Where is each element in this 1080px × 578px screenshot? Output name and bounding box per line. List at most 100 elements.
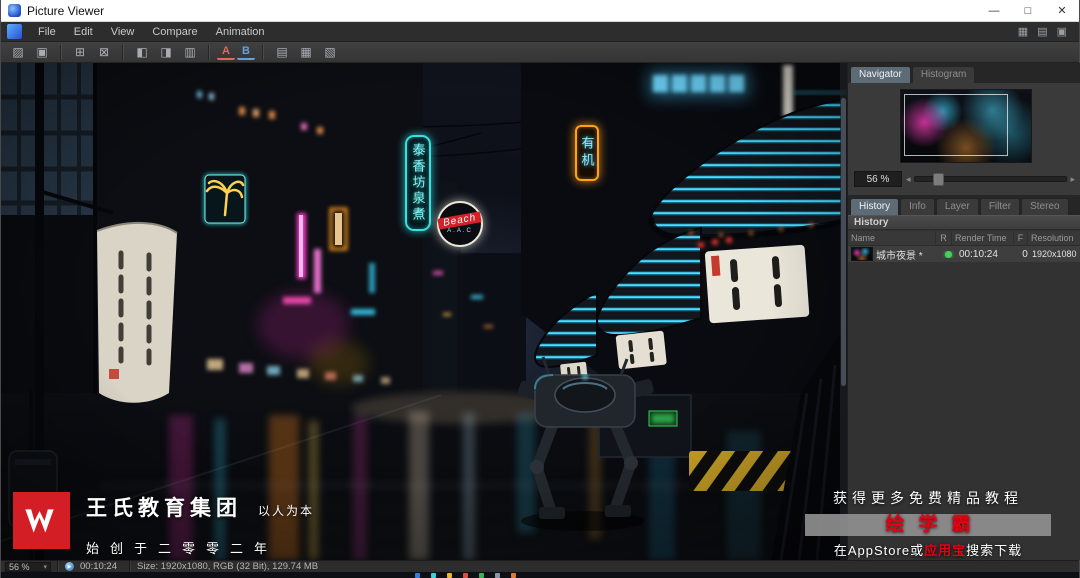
watermark-right: 获得更多免费精品教程 绘学霸 在AppStore或应用宝搜索下载 [805, 488, 1051, 559]
content-area: 泰香坊泉煮 Beach A.A.C 有机 Navigator Histogram [1, 63, 1080, 560]
history-tab-row: History Info Layer Filter Stereo [848, 195, 1080, 215]
brand-logo [13, 492, 70, 549]
render-time-value: 00:10:24 [959, 248, 998, 260]
taskbar-app-icon[interactable] [431, 572, 436, 578]
compare-a-icon[interactable]: A [217, 45, 235, 60]
column-resolution[interactable]: Resolution [1028, 231, 1080, 245]
window-controls: — □ ✕ [977, 0, 1079, 21]
status-image-info: Size: 1920x1080, RGB (32 Bit), 129.74 MB [136, 561, 319, 572]
statusbar: 56 % ▾ ▶ 00:10:24 Size: 1920x1080, RGB (… [1, 560, 1079, 572]
scrollbar-thumb[interactable] [841, 97, 846, 387]
minimize-button[interactable]: — [977, 0, 1011, 21]
tab-layer[interactable]: Layer [935, 198, 979, 215]
organic-neon-sign: 有机 [575, 125, 599, 181]
toolbar: ▨ ▣ ⊞ ⊠ ◧ ◨ ▥ A B ▤ ▦ ▧ [1, 42, 1079, 63]
sidebar: Navigator Histogram 56 % ◂ ▸ History Inf… [847, 63, 1080, 560]
tab-stereo[interactable]: Stereo [1021, 198, 1069, 215]
taskbar-app-icon[interactable] [511, 572, 516, 578]
tab-histogram[interactable]: Histogram [911, 66, 976, 83]
layout-grid-icon[interactable]: ▦ [1018, 25, 1028, 38]
compare-off-icon[interactable]: ▥ [179, 44, 201, 61]
play-button[interactable]: ▶ [65, 562, 74, 571]
column-render-time[interactable]: Render Time [952, 231, 1014, 245]
frame-value: 0 [1022, 248, 1028, 260]
compare-split-icon[interactable]: ◧ [131, 44, 153, 61]
menu-edit[interactable]: Edit [65, 22, 102, 41]
render-status-cell [940, 250, 956, 258]
toolbar-separator [262, 45, 264, 59]
taskbar-app-icon[interactable] [463, 572, 468, 578]
histogram-icon[interactable]: ▦ [295, 44, 317, 61]
layout-rows-icon[interactable]: ▤ [1037, 25, 1047, 38]
filmstrip-icon[interactable]: ▤ [271, 44, 293, 61]
watermark-left: 王氏教育集团 以人为本 始创于二零零二年 [13, 492, 314, 557]
brand-text-block: 王氏教育集团 以人为本 始创于二零零二年 [86, 492, 314, 557]
tab-filter[interactable]: Filter [979, 198, 1021, 215]
compare-right-icon[interactable]: ◨ [155, 44, 177, 61]
history-row[interactable]: 城市夜景 * 00:10:24 0 1920x1080 [848, 246, 1080, 262]
beach-sign-text: Beach [437, 210, 483, 230]
layers-icon[interactable]: ▧ [319, 44, 341, 61]
save-image-icon[interactable]: ▣ [31, 44, 53, 61]
navigator-thumbnail[interactable] [900, 89, 1032, 163]
promo-download-line: 在AppStore或应用宝搜索下载 [805, 540, 1051, 559]
menu-compare[interactable]: Compare [143, 22, 206, 41]
taskbar-app-icon[interactable] [495, 572, 500, 578]
full-size-icon[interactable]: ⊠ [93, 44, 115, 61]
menu-animation[interactable]: Animation [207, 22, 274, 41]
status-zoom-dropdown[interactable]: 56 % ▾ [5, 561, 51, 572]
slider-right-arrow-icon[interactable]: ▸ [1070, 174, 1075, 185]
beach-neon-sign: Beach A.A.C [437, 201, 483, 247]
download-app: 应用宝 [924, 543, 967, 558]
render-thumbnail [851, 247, 873, 261]
column-frame[interactable]: F [1014, 231, 1028, 245]
tab-info[interactable]: Info [900, 198, 935, 215]
toolbar-separator [208, 45, 210, 59]
maximize-button[interactable]: □ [1011, 0, 1045, 21]
vertical-scrollbar[interactable] [840, 63, 847, 560]
status-zoom-value: 56 % [9, 561, 30, 572]
dropdown-caret-icon: ▾ [43, 563, 47, 571]
promo-headline: 获得更多免费精品教程 [833, 490, 1023, 506]
taskbar-app-icon[interactable] [479, 572, 484, 578]
toolbar-separator [122, 45, 124, 59]
status-render-time: 00:10:24 [80, 561, 117, 572]
menu-file[interactable]: File [29, 22, 65, 41]
promo-app-name: 绘学霸 [805, 514, 1051, 536]
brand-name: 王氏教育集团 [86, 497, 242, 520]
picture-viewer-icon [7, 24, 22, 39]
brand-since: 始创于二零零二年 [86, 541, 279, 556]
zoom-row: 56 % ◂ ▸ [848, 169, 1080, 189]
zoom-value-field[interactable]: 56 % [854, 171, 902, 187]
resolution-value: 1920x1080 [1032, 249, 1077, 259]
image-viewport[interactable]: 泰香坊泉煮 Beach A.A.C 有机 [1, 63, 847, 560]
status-separator [57, 561, 59, 572]
tab-navigator[interactable]: Navigator [850, 66, 911, 83]
history-column-headers: Name R Render Time F Resolution [848, 231, 1080, 246]
render-status-dot [944, 250, 952, 258]
column-render-status[interactable]: R [936, 231, 952, 245]
column-name[interactable]: Name [848, 231, 936, 245]
zoom-slider-thumb[interactable] [932, 173, 944, 186]
picture-viewer-window: Picture Viewer — □ ✕ File Edit View Comp… [0, 0, 1080, 578]
menu-view[interactable]: View [102, 22, 144, 41]
menubar: File Edit View Compare Animation ▦ ▤ ▣ [1, 22, 1079, 42]
toolbar-separator [60, 45, 62, 59]
view-region-indicator[interactable] [903, 93, 1009, 157]
app-icon [8, 4, 21, 17]
open-file-icon[interactable]: ▨ [7, 44, 29, 61]
zoom-slider-track[interactable] [913, 173, 1068, 186]
close-button[interactable]: ✕ [1045, 0, 1079, 21]
titlebar: Picture Viewer — □ ✕ [1, 0, 1079, 22]
layout-panel-icon[interactable]: ▣ [1057, 25, 1067, 38]
tea-house-neon-sign: 泰香坊泉煮 [405, 135, 431, 231]
tab-history[interactable]: History [850, 198, 900, 215]
window-title: Picture Viewer [27, 3, 105, 18]
zoom-slider[interactable]: ◂ ▸ [906, 173, 1075, 186]
slider-left-arrow-icon[interactable]: ◂ [906, 174, 911, 185]
w-logo-icon [24, 508, 54, 533]
fit-view-icon[interactable]: ⊞ [69, 44, 91, 61]
taskbar-app-icon[interactable] [447, 572, 452, 578]
compare-b-icon[interactable]: B [237, 45, 255, 60]
taskbar-app-icon[interactable] [415, 572, 420, 578]
